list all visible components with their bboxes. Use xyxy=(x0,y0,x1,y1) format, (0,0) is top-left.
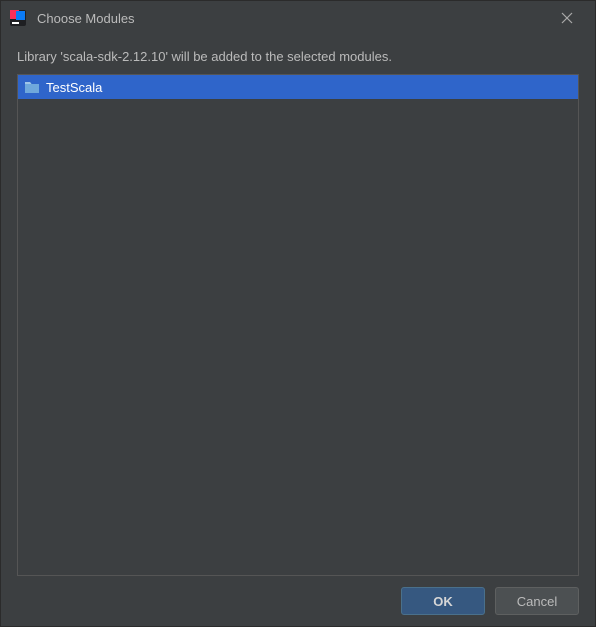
instruction-text: Library 'scala-sdk-2.12.10' will be adde… xyxy=(17,49,579,64)
dialog-content: Library 'scala-sdk-2.12.10' will be adde… xyxy=(1,35,595,576)
titlebar: Choose Modules xyxy=(1,1,595,35)
intellij-icon xyxy=(9,9,27,27)
button-bar: OK Cancel xyxy=(1,576,595,626)
module-label: TestScala xyxy=(46,80,102,95)
cancel-button[interactable]: Cancel xyxy=(495,587,579,615)
module-folder-icon xyxy=(24,79,40,95)
module-list[interactable]: TestScala xyxy=(17,74,579,576)
dialog-title: Choose Modules xyxy=(37,11,547,26)
close-button[interactable] xyxy=(547,1,587,35)
close-icon xyxy=(561,12,573,24)
module-row[interactable]: TestScala xyxy=(18,75,578,99)
ok-button[interactable]: OK xyxy=(401,587,485,615)
